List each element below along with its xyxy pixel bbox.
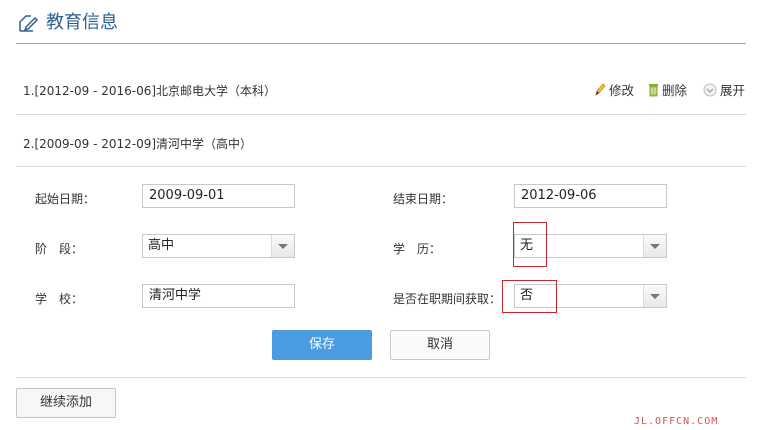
record-index: 1. (23, 84, 35, 98)
title-divider (16, 43, 746, 44)
record-divider (16, 166, 746, 167)
trash-icon (649, 83, 658, 96)
edit-label: 修改 (609, 83, 635, 98)
delete-button[interactable]: 删除 (648, 80, 687, 99)
expand-button[interactable]: 展开 (703, 80, 745, 99)
edit-button[interactable]: 修改 (594, 80, 634, 99)
stage-selected-value: 高中 (148, 238, 175, 253)
highlight-box (502, 280, 557, 313)
expand-label: 展开 (720, 83, 746, 98)
start-date-input[interactable]: 2009-09-01 (142, 184, 295, 208)
highlight-box (513, 222, 547, 267)
start-date-label: 起始日期： (35, 192, 96, 206)
dropdown-arrow-icon[interactable] (643, 285, 666, 307)
education-record-2[interactable]: 2.[2009-09 - 2012-09]清河中学（高中） (23, 135, 252, 152)
dropdown-arrow-icon[interactable] (271, 235, 294, 257)
end-date-label: 结束日期： (393, 192, 454, 206)
record-divider (16, 114, 746, 115)
delete-label: 删除 (662, 83, 688, 98)
record-index: 2. (23, 137, 35, 151)
school-input[interactable]: 清河中学 (142, 284, 295, 308)
dropdown-arrow-icon[interactable] (643, 235, 666, 257)
end-date-input[interactable]: 2012-09-06 (514, 184, 667, 208)
page-title: 教育信息 (46, 12, 118, 33)
school-label: 学 校： (35, 292, 84, 306)
record-text: [2009-09 - 2012-09]清河中学（高中） (34, 137, 253, 151)
record-text: [2012-09 - 2016-06]北京邮电大学（本科） (34, 84, 277, 98)
save-button[interactable]: 保存 (272, 330, 372, 360)
in-service-label: 是否在职期间获取： (393, 292, 502, 306)
form-divider (16, 377, 746, 378)
degree-label: 学 历： (393, 242, 442, 256)
chevron-down-circle-icon (703, 83, 717, 96)
watermark: JL.OFFCN.COM (634, 416, 719, 427)
pencil-icon (595, 82, 606, 96)
stage-label: 阶 段： (35, 242, 84, 256)
add-more-button[interactable]: 继续添加 (16, 388, 116, 418)
stage-select[interactable]: 高中 (142, 234, 295, 258)
edit-document-icon (19, 15, 39, 32)
cancel-button[interactable]: 取消 (390, 330, 490, 360)
education-record-1[interactable]: 1.[2012-09 - 2016-06]北京邮电大学（本科） (23, 82, 276, 99)
